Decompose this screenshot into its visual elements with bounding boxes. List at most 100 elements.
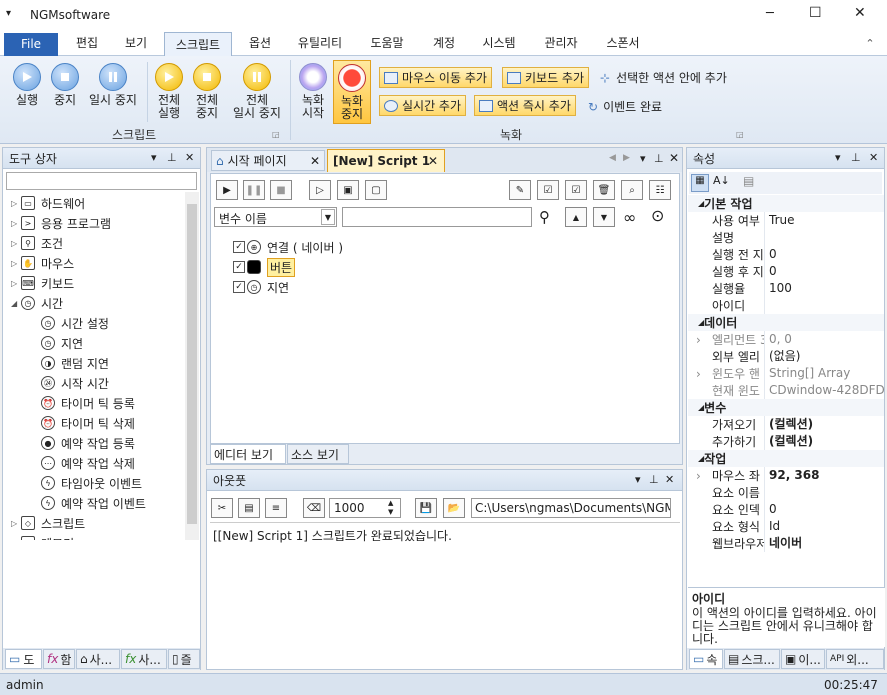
add-inside-selected-button[interactable]: ⊹ 선택한 액션 안에 추가 [600,69,727,86]
expand-icon[interactable]: ▷ [11,539,21,541]
property-row[interactable]: 외부 엘리 (없음) [688,348,884,365]
move-up-icon[interactable]: ▲ [565,207,587,227]
menu-help[interactable]: 도움말 [360,31,414,56]
toolbox-item[interactable]: ▷ ⌨ 키보드 [11,274,74,292]
property-value[interactable] [764,297,884,314]
toolbox-search-input[interactable] [6,172,197,190]
close-icon[interactable]: ✕ [869,151,878,164]
toolbox-item[interactable]: ▷ ▭ 하드웨어 [11,194,85,212]
record-stop-button[interactable]: 녹화 중지 [333,60,371,124]
expand-icon[interactable]: ◢ [11,299,21,308]
property-value[interactable]: 0, 0 [764,331,884,348]
property-row[interactable]: 추가하기 (컬렉션) [688,433,884,450]
property-row[interactable]: 요소 이름 [688,484,884,501]
expand-icon[interactable]: ▷ [11,219,21,228]
close-icon[interactable]: ✕ [428,154,438,168]
menu-account[interactable]: 계정 [424,31,464,56]
property-value[interactable]: 0 [764,246,884,263]
toolbox-item[interactable]: ◑ 랜덤 지연 [31,354,109,372]
infinity-icon[interactable]: ∞ [623,208,636,227]
edit-icon[interactable]: ✎ [509,180,531,200]
property-value[interactable]: (없음) [764,348,884,365]
property-row[interactable]: 현재 윈도 CDwindow-428DFD1 [688,382,884,399]
property-row[interactable]: › 마우스 좌 92, 368 [688,467,884,484]
script-node-button[interactable]: ✓ 버튼 [233,257,296,277]
dropdown-icon[interactable]: ▾ [635,473,641,486]
toolbox-item[interactable]: ▷ ⚲ 조건 [11,234,63,252]
stop-button[interactable]: 중지 [48,63,82,107]
toolbox-item[interactable]: ▷ ◇ 스크립트 [11,514,85,532]
system-menu-icon[interactable]: ▾ [6,8,11,19]
toolbox-item[interactable]: ▷▦ 메모리 [11,534,74,540]
property-value[interactable]: 0 [764,501,884,518]
property-value[interactable]: 92, 368 [764,467,884,484]
tab-properties[interactable]: ▭ 속 [689,649,723,669]
toolbox-item[interactable]: ⋯ 예약 작업 삭제 [31,454,135,472]
toolbox-item[interactable]: ㉔ 시작 시간 [31,374,109,392]
property-row[interactable]: 아이디 [688,297,884,314]
menu-view[interactable]: 보기 [116,31,156,56]
checkbox[interactable]: ✓ [233,261,245,273]
run-button[interactable]: 실행 [8,63,46,107]
tab-source-view[interactable]: 소스 보기 [287,444,349,464]
property-value[interactable]: Id [764,518,884,535]
property-row[interactable]: 웹브라우저 네이버 [688,535,884,552]
add-action-now-button[interactable]: 액션 즉시 추가 [474,95,576,116]
add-mouse-move-button[interactable]: 마우스 이동 추가 [379,67,492,88]
variable-search-input[interactable] [342,207,532,227]
toolbox-item[interactable]: ◷ 지연 [31,334,83,352]
property-row[interactable]: 설명 [688,229,884,246]
close-icon[interactable]: ✕ [310,154,320,168]
pin-icon[interactable]: ⊥ [851,151,861,164]
tree-icon[interactable]: ☷ [649,180,671,200]
save-log-icon[interactable]: ▤ [238,498,260,518]
property-row[interactable]: 가져오기 (컬렉션) [688,416,884,433]
menu-script[interactable]: 스크립트 [164,32,232,57]
property-value[interactable] [764,484,884,501]
toolbox-item[interactable]: ⏰ 타이머 틱 삭제 [31,414,135,432]
tab-editor-view[interactable]: 에디터 보기 [210,444,286,464]
property-value[interactable]: String[] Array [764,365,884,382]
stop-all-button[interactable]: 전체 중지 [190,63,224,120]
close-icon[interactable]: ✕ [665,473,674,486]
toolbox-item[interactable]: ϟ 타임아웃 이벤트 [31,474,142,492]
expand-icon[interactable]: ▷ [11,199,21,208]
tab-function[interactable]: fx 함 [43,649,75,669]
property-category[interactable]: ◢ 작업 [688,450,884,467]
play-icon[interactable]: ▶ [216,180,238,200]
expand-icon[interactable]: ▷ [11,519,21,528]
property-category[interactable]: ◢ 데이터 [688,314,884,331]
scroll-thumb[interactable] [187,204,197,524]
clear-log-icon[interactable]: ✂ [211,498,233,518]
toolbox-item[interactable]: ▷ ✋ 마우스 [11,254,74,272]
tab-toolbox[interactable]: ▭ 도 [5,649,42,669]
checkbox[interactable]: ✓ [233,241,245,253]
save-icon[interactable]: 💾 [415,498,437,518]
property-value[interactable]: True [764,212,884,229]
log-path-input[interactable]: C:\Users\ngmas\Documents\NGM6\ [471,498,671,518]
property-value[interactable] [764,229,884,246]
expand-icon[interactable]: ▷ [11,259,21,268]
property-value[interactable]: CDwindow-428DFD1 [764,382,884,399]
property-row[interactable]: › 윈도우 핸 String[] Array [688,365,884,382]
property-category[interactable]: ◢ 변수 [688,399,884,416]
menu-system[interactable]: 시스템 [474,31,524,56]
tab-image[interactable]: ▣ 이... [781,649,825,669]
minimize-button[interactable]: ─ [766,6,774,21]
run-all-button[interactable]: 전체 실행 [152,63,186,120]
dropdown-icon[interactable]: ▾ [640,152,646,165]
pause-all-button[interactable]: 전체 일시 중지 [228,63,286,120]
property-value[interactable]: (컬렉션) [764,433,884,450]
spinner-icon[interactable]: ▲ ▼ [388,499,393,517]
close-icon[interactable]: ✕ [185,151,194,164]
file-menu[interactable]: File [4,33,58,56]
property-row[interactable]: › 엘리먼트 3 0, 0 [688,331,884,348]
folder-icon[interactable]: 📂 [443,498,465,518]
step-over-icon[interactable]: ▢ [365,180,387,200]
script-node-delay[interactable]: ✓ ◷ 지연 [233,278,289,296]
pause-icon[interactable]: ❚❚ [243,180,265,200]
menu-sponsor[interactable]: 스폰서 [598,31,648,56]
property-row[interactable]: 실행율 100 [688,280,884,297]
dialog-launcher-icon[interactable]: ◲ [736,130,744,139]
scroll-left-icon[interactable]: ◀ [609,153,616,163]
